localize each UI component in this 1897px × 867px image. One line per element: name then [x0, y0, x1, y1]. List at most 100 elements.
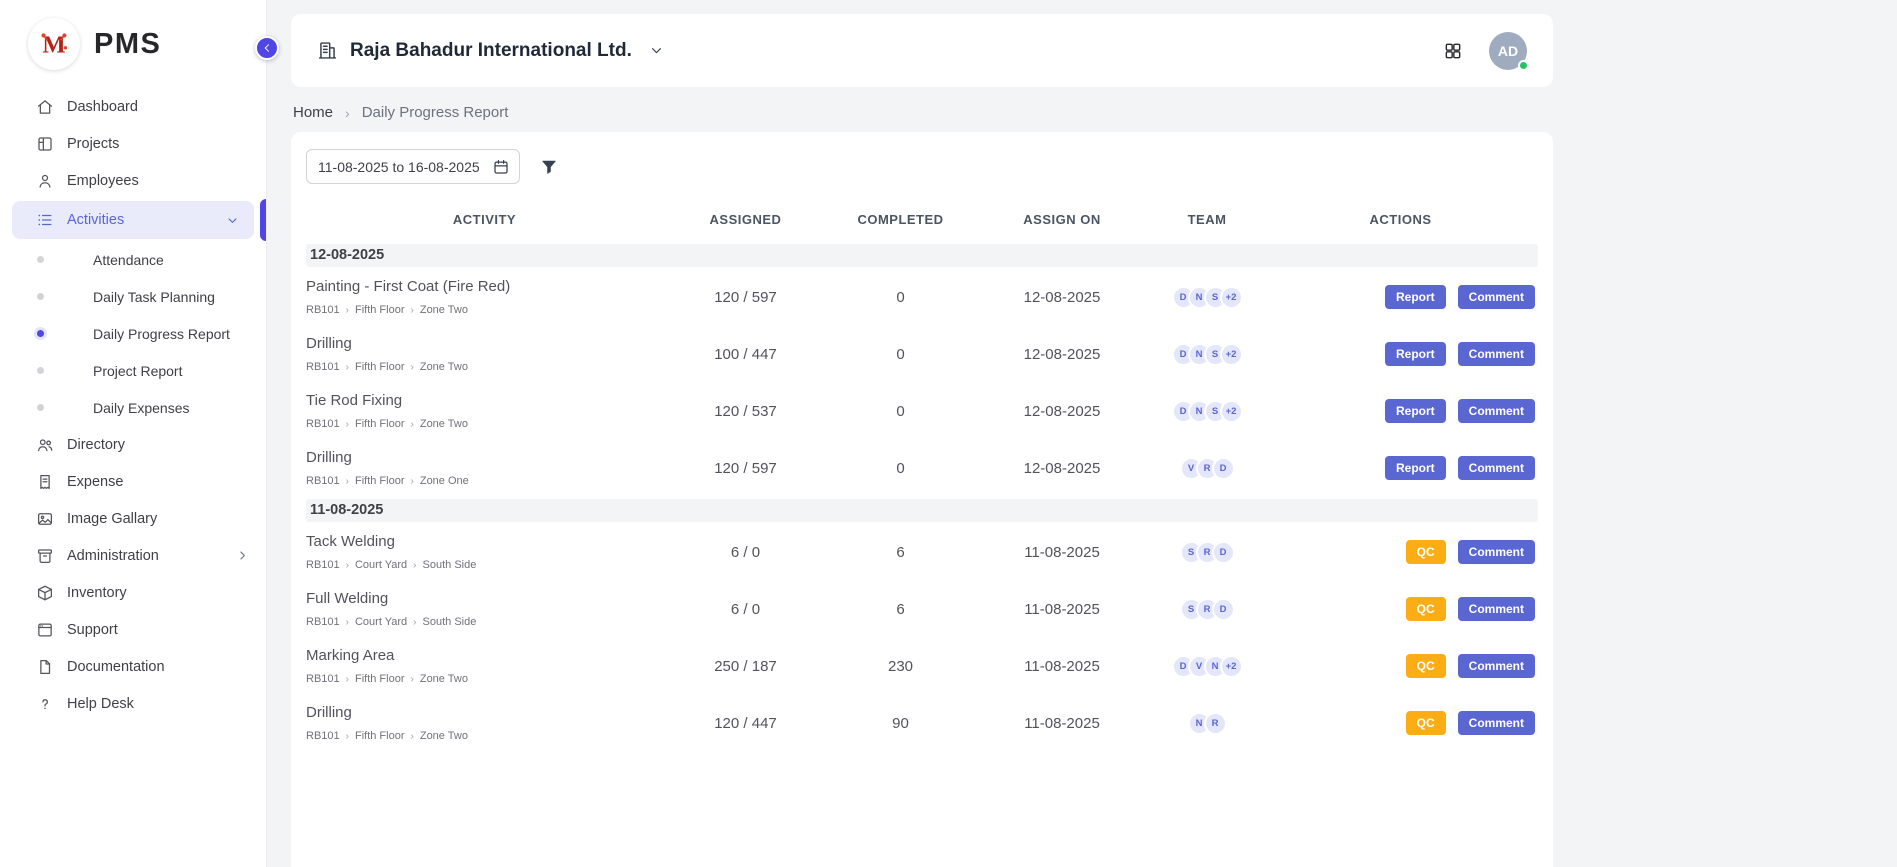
comment-button[interactable]: Comment	[1458, 399, 1535, 423]
activity-name: Painting - First Coat (Fire Red)	[306, 278, 663, 295]
sidebar-item-projects[interactable]: Projects	[0, 125, 266, 162]
team-avatar: D	[1212, 598, 1235, 621]
comment-button[interactable]: Comment	[1458, 597, 1535, 621]
sidebar-item-image-gallary[interactable]: Image Gallary	[0, 500, 266, 537]
team-avatars: SRD	[1151, 541, 1263, 564]
date-range-value: 11-08-2025 to 16-08-2025	[318, 159, 480, 175]
chevron-right-icon	[235, 548, 250, 563]
sidebar-subitem-attendance[interactable]: Attendance	[0, 241, 266, 278]
topbar-right: AD	[1443, 32, 1527, 70]
report-button[interactable]: Report	[1385, 342, 1446, 366]
activity-cell: Marking AreaRB101›Fifth Floor›Zone Two	[306, 647, 663, 685]
qc-button[interactable]: QC	[1406, 711, 1446, 735]
completed-value: 90	[828, 715, 973, 732]
comment-button[interactable]: Comment	[1458, 285, 1535, 309]
bullet-icon	[37, 256, 44, 263]
sidebar-item-inventory[interactable]: Inventory	[0, 574, 266, 611]
sidebar-item-label: Projects	[67, 136, 250, 152]
assign-on-value: 11-08-2025	[973, 715, 1151, 732]
qc-button[interactable]: QC	[1406, 654, 1446, 678]
path-segment: Zone One	[420, 475, 469, 487]
user-avatar[interactable]: AD	[1489, 32, 1527, 70]
chevron-right-icon: ›	[413, 560, 416, 571]
comment-button[interactable]: Comment	[1458, 456, 1535, 480]
comment-button[interactable]: Comment	[1458, 540, 1535, 564]
actions-cell: QC Comment	[1263, 597, 1538, 621]
sidebar-subitem-daily-progress-report[interactable]: Daily Progress Report	[0, 315, 266, 352]
sidebar-item-employees[interactable]: Employees	[0, 162, 266, 199]
comment-button[interactable]: Comment	[1458, 654, 1535, 678]
sidebar-item-label: Administration	[67, 548, 222, 564]
sidebar-subitem-daily-task-planning[interactable]: Daily Task Planning	[0, 278, 266, 315]
activity-cell: Full WeldingRB101›Court Yard›South Side	[306, 590, 663, 628]
chevron-down-icon	[648, 42, 665, 59]
sidebar-subitem-label: Daily Task Planning	[93, 289, 215, 305]
sidebar-item-label: Expense	[67, 474, 250, 490]
sidebar-item-help-desk[interactable]: Help Desk	[0, 685, 266, 722]
comment-button[interactable]: Comment	[1458, 342, 1535, 366]
assign-on-value: 12-08-2025	[973, 289, 1151, 306]
assigned-value: 250 / 187	[663, 658, 828, 675]
sidebar-item-documentation[interactable]: Documentation	[0, 648, 266, 685]
progress-table: ACTIVITYASSIGNEDCOMPLETEDASSIGN ONTEAMAC…	[306, 196, 1538, 752]
report-button[interactable]: Report	[1385, 456, 1446, 480]
sidebar-item-label: Help Desk	[67, 696, 250, 712]
sidebar-item-directory[interactable]: Directory	[0, 426, 266, 463]
sidebar-collapse-button[interactable]	[255, 36, 279, 60]
document-icon	[36, 658, 54, 676]
sidebar-item-expense[interactable]: Expense	[0, 463, 266, 500]
filter-button[interactable]	[539, 157, 559, 177]
bullet-icon	[37, 293, 44, 300]
column-header-assign-on: ASSIGN ON	[973, 212, 1151, 227]
activity-path: RB101›Fifth Floor›Zone Two	[306, 418, 663, 430]
sidebar-item-support[interactable]: Support	[0, 611, 266, 648]
actions-cell: Report Comment	[1263, 285, 1538, 309]
chevron-right-icon: ›	[411, 305, 414, 316]
comment-button[interactable]: Comment	[1458, 711, 1535, 735]
activity-row: Painting - First Coat (Fire Red)RB101›Fi…	[306, 269, 1538, 326]
company-selector[interactable]: Raja Bahadur International Ltd.	[317, 40, 665, 62]
completed-value: 0	[828, 460, 973, 477]
report-button[interactable]: Report	[1385, 399, 1446, 423]
calendar-icon	[492, 158, 510, 176]
sidebar-subitem-project-report[interactable]: Project Report	[0, 352, 266, 389]
chevron-right-icon: ›	[345, 105, 350, 121]
completed-value: 0	[828, 346, 973, 363]
activity-path: RB101›Fifth Floor›Zone Two	[306, 361, 663, 373]
column-header-activity: ACTIVITY	[306, 212, 663, 227]
date-range-input[interactable]: 11-08-2025 to 16-08-2025	[306, 149, 520, 184]
sidebar-subitem-daily-expenses[interactable]: Daily Expenses	[0, 389, 266, 426]
sidebar-item-label: Dashboard	[67, 99, 250, 115]
sidebar-subitem-label: Attendance	[93, 252, 164, 268]
completed-value: 6	[828, 544, 973, 561]
path-segment: Zone Two	[420, 418, 468, 430]
activity-cell: DrillingRB101›Fifth Floor›Zone Two	[306, 704, 663, 742]
qc-button[interactable]: QC	[1406, 597, 1446, 621]
activity-row: Full WeldingRB101›Court Yard›South Side6…	[306, 581, 1538, 638]
assigned-value: 100 / 447	[663, 346, 828, 363]
sidebar-item-dashboard[interactable]: Dashboard	[0, 88, 266, 125]
path-segment: Fifth Floor	[355, 673, 405, 685]
activity-cell: Tack WeldingRB101›Court Yard›South Side	[306, 533, 663, 571]
column-header-actions: ACTIONS	[1263, 212, 1538, 227]
activity-path: RB101›Fifth Floor›Zone Two	[306, 730, 663, 742]
activity-row: DrillingRB101›Fifth Floor›Zone Two100 / …	[306, 326, 1538, 383]
bullet-icon	[37, 404, 44, 411]
column-header-completed: COMPLETED	[828, 212, 973, 227]
sidebar-item-label: Support	[67, 622, 250, 638]
activity-name: Marking Area	[306, 647, 663, 664]
table-header-row: ACTIVITYASSIGNEDCOMPLETEDASSIGN ONTEAMAC…	[306, 196, 1538, 242]
report-card: 11-08-2025 to 16-08-2025 ACTIVITYASSIGNE…	[291, 132, 1553, 867]
report-button[interactable]: Report	[1385, 285, 1446, 309]
breadcrumb-home[interactable]: Home	[293, 104, 333, 121]
path-segment: South Side	[423, 616, 477, 628]
path-segment: Fifth Floor	[355, 361, 405, 373]
assigned-value: 120 / 537	[663, 403, 828, 420]
qc-button[interactable]: QC	[1406, 540, 1446, 564]
sidebar-item-administration[interactable]: Administration	[0, 537, 266, 574]
apps-grid-button[interactable]	[1443, 41, 1463, 61]
assign-on-value: 12-08-2025	[973, 460, 1151, 477]
path-segment: RB101	[306, 304, 340, 316]
sidebar-item-activities[interactable]: Activities	[12, 201, 254, 239]
breadcrumb-current: Daily Progress Report	[362, 104, 509, 121]
